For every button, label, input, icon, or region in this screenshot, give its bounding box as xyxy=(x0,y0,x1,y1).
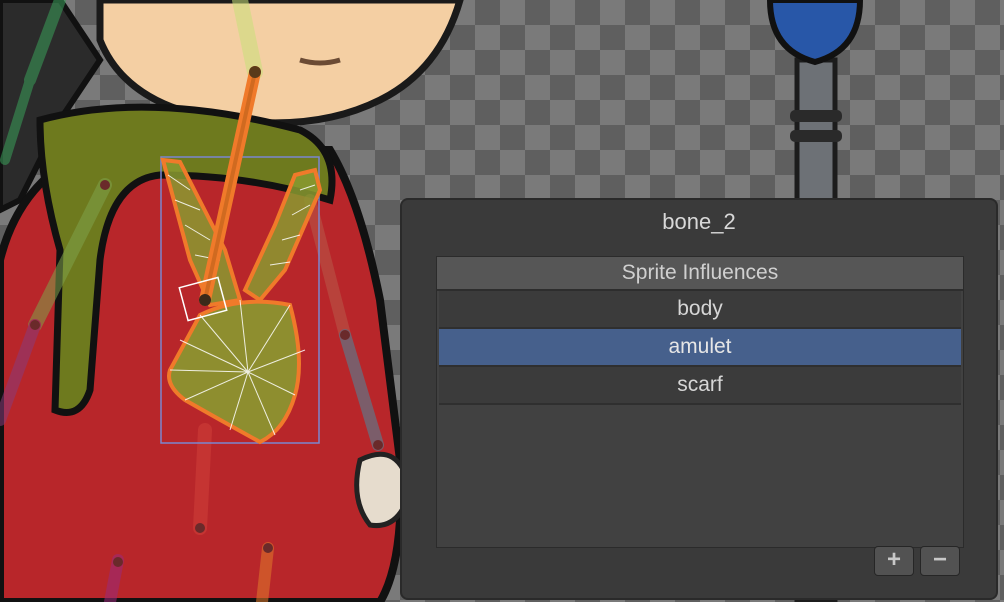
list-header: Sprite Influences xyxy=(437,257,963,291)
list-item-scarf[interactable]: scarf xyxy=(439,367,961,405)
staff-gem xyxy=(766,0,864,66)
list-item-body[interactable]: body xyxy=(439,291,961,329)
panel-title: bone_2 xyxy=(662,209,736,234)
remove-influence-button[interactable]: − xyxy=(920,546,960,576)
list-item-amulet[interactable]: amulet xyxy=(439,329,961,367)
bone-torso xyxy=(193,423,212,535)
bone-leg-right xyxy=(256,542,274,602)
staff-ring xyxy=(790,130,842,142)
sprite-influences-list[interactable]: Sprite Influences body amulet scarf xyxy=(436,256,964,548)
bone-2-head-joint xyxy=(249,66,261,78)
staff-ring xyxy=(790,110,842,122)
add-influence-button[interactable]: + xyxy=(874,546,914,576)
bone-2-tail-joint xyxy=(199,294,211,306)
bone-influence-panel: bone_2 Sprite Influences body amulet sca… xyxy=(400,198,998,600)
